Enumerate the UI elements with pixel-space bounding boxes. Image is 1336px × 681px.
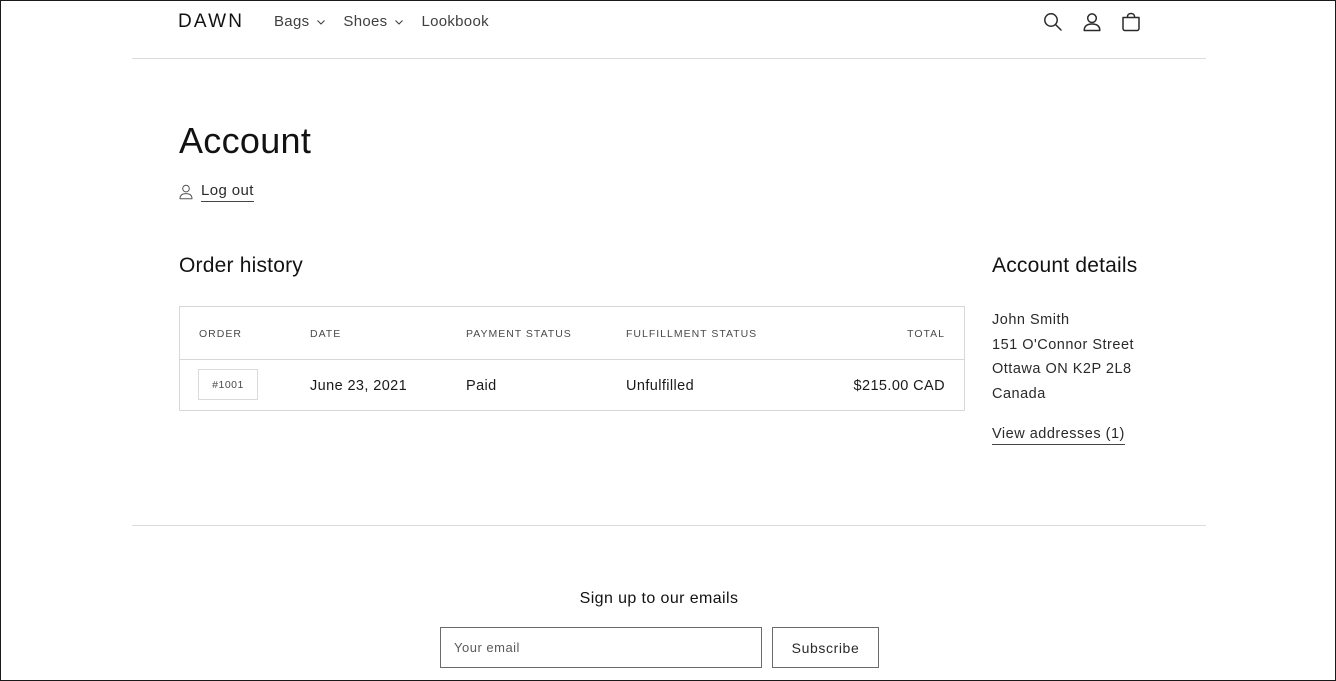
fulfillment-status: Unfulfilled: [626, 378, 695, 394]
footer-divider: [132, 525, 1206, 526]
user-icon: [179, 184, 193, 200]
nav-item-shoes[interactable]: Shoes: [343, 11, 404, 33]
nav-item-bags[interactable]: Bags: [274, 11, 326, 33]
column-header-payment-status: Payment status: [466, 328, 572, 340]
logout-label: Log out: [201, 182, 254, 202]
nav-item-lookbook[interactable]: Lookbook: [421, 11, 488, 33]
order-total: $215.00 CAD: [853, 378, 945, 394]
column-header-date: Date: [310, 328, 342, 340]
account-details-title: Account details: [992, 254, 1138, 277]
subscribe-button[interactable]: Subscribe: [772, 627, 879, 668]
page-title: Account: [179, 120, 312, 161]
payment-status: Paid: [466, 378, 497, 394]
account-icon: [1083, 13, 1101, 32]
main-nav: Bags Shoes Lookbook: [274, 11, 506, 33]
site-logo[interactable]: DAWN: [178, 10, 244, 34]
nav-item-label: Bags: [274, 13, 310, 30]
email-input[interactable]: [440, 627, 762, 668]
column-header-total: Total: [907, 328, 945, 340]
logout-link[interactable]: Log out: [179, 182, 254, 202]
orders-table: Order Date Payment status Fulfillment st…: [179, 306, 965, 411]
table-header: Order Date Payment status Fulfillment st…: [180, 307, 964, 360]
nav-item-label: Lookbook: [421, 13, 489, 30]
address-street: 151 O'Connor Street: [992, 336, 1135, 353]
column-header-fulfillment-status: Fulfillment status: [626, 328, 758, 340]
address-country: Canada: [992, 385, 1046, 402]
address-city: Ottawa ON K2P 2L8: [992, 361, 1132, 377]
order-date: June 23, 2021: [310, 378, 408, 394]
cart-button[interactable]: [1119, 10, 1143, 34]
chevron-down-icon: [317, 20, 326, 25]
search-button[interactable]: [1041, 10, 1065, 34]
order-history-title: Order history: [179, 254, 303, 277]
nav-item-label: Shoes: [343, 13, 388, 30]
site-header: DAWN Bags Shoes Lookbook: [1, 1, 1335, 59]
search-icon: [1044, 13, 1062, 31]
header-divider: [132, 58, 1206, 59]
header-icons: [1041, 10, 1143, 34]
customer-name: John Smith: [992, 312, 1070, 328]
chevron-down-icon: [395, 20, 404, 25]
view-addresses-link[interactable]: View addresses (1): [992, 425, 1125, 445]
order-number-link[interactable]: #1001: [198, 369, 258, 400]
table-row: #1001 June 23, 2021 Paid Unfulfilled $21…: [180, 360, 964, 410]
account-button[interactable]: [1080, 10, 1104, 34]
column-header-order: Order: [199, 328, 242, 340]
newsletter-title: Sign up to our emails: [579, 590, 739, 607]
cart-icon: [1122, 12, 1140, 32]
account-address: John Smith 151 O'Connor Street Ottawa ON…: [992, 308, 1134, 406]
